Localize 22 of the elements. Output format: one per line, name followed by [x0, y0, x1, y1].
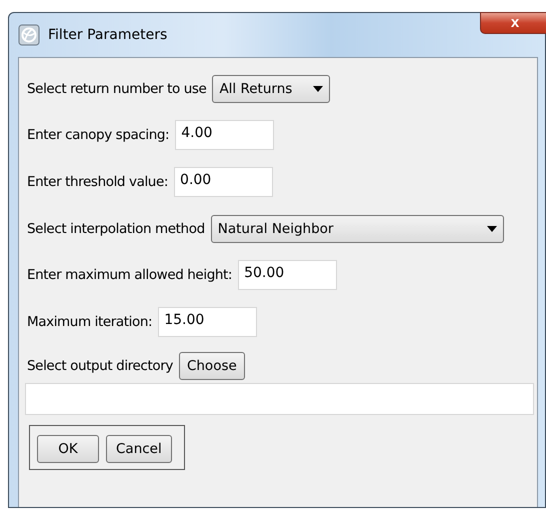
field-label: Maximum iteration:: [27, 314, 152, 330]
ok-button[interactable]: OK: [37, 435, 99, 463]
field-label: Enter threshold value:: [27, 174, 168, 190]
field-label: Select output directory: [27, 358, 173, 374]
app-icon: [18, 24, 40, 46]
close-button[interactable]: x: [480, 12, 546, 34]
output-path-field[interactable]: [25, 383, 534, 415]
field-label: Enter canopy spacing:: [27, 127, 170, 143]
field-label: Select return number to use: [27, 81, 206, 97]
caret-icon: [313, 86, 324, 92]
dropdown[interactable]: All Returns: [212, 75, 330, 103]
choose-button[interactable]: Choose: [178, 352, 245, 380]
field-label: Enter maximum allowed height:: [27, 267, 232, 283]
input-field[interactable]: 0.00: [174, 167, 274, 197]
field-label: Select interpolation method: [27, 221, 205, 237]
input-field[interactable]: 4.00: [175, 120, 274, 150]
input-field[interactable]: 50.00: [238, 260, 338, 290]
input-field[interactable]: 15.00: [158, 307, 258, 337]
dropdown[interactable]: Natural Neighbor: [210, 215, 504, 243]
cancel-button[interactable]: Cancel: [106, 435, 172, 463]
caret-icon: [486, 226, 497, 232]
window-title: Filter Parameters: [48, 27, 168, 43]
